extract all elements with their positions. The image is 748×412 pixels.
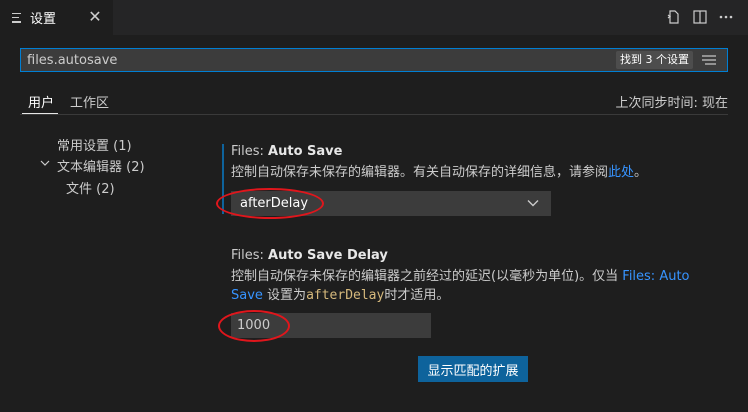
close-icon[interactable]: ✕ bbox=[87, 9, 103, 25]
tab-workspace[interactable]: 工作区 bbox=[70, 92, 109, 111]
auto-save-delay-desc-line1: 控制自动保存未保存的编辑器之前经过的延迟(以毫秒为单位)。仅当 bbox=[231, 269, 623, 284]
auto-save-delay-desc-line2a: 设置为 bbox=[262, 288, 307, 303]
focused-setting-indicator bbox=[222, 144, 224, 214]
auto-save-delay-description: 控制自动保存未保存的编辑器之前经过的延迟(以毫秒为单位)。仅当 Files: A… bbox=[231, 267, 690, 305]
editor-actions bbox=[664, 7, 736, 27]
auto-save-setting-link-1[interactable]: Files: Auto bbox=[622, 269, 689, 284]
show-matching-extensions-button[interactable]: 显示匹配的扩展 bbox=[418, 356, 528, 382]
sync-status: 上次同步时间: 现在 bbox=[615, 96, 728, 111]
toc-item-text-editor[interactable]: 文本编辑器 (2) bbox=[57, 156, 145, 175]
tab-title: 设置 bbox=[30, 12, 57, 27]
auto-save-delay-title: Files: Auto Save Delay bbox=[231, 248, 388, 263]
auto-save-setting-link-2[interactable]: Save bbox=[231, 288, 263, 303]
result-count-badge: 找到 3 个设置 bbox=[616, 51, 693, 69]
settings-tab[interactable]: 设置 ✕ bbox=[0, 0, 113, 35]
filter-icon[interactable] bbox=[699, 50, 719, 70]
settings-tab-icon bbox=[12, 12, 24, 23]
search-input[interactable] bbox=[21, 49, 616, 71]
auto-save-select[interactable]: afterDelay bbox=[231, 191, 551, 216]
auto-save-name: Auto Save bbox=[268, 144, 343, 159]
auto-save-description: 控制自动保存未保存的编辑器。有关自动保存的详细信息，请参阅此处。 bbox=[231, 163, 647, 182]
auto-save-delay-category: Files: bbox=[231, 248, 269, 263]
toc-item-common[interactable]: 常用设置 (1) bbox=[57, 135, 132, 154]
auto-save-description-text: 控制自动保存未保存的编辑器。有关自动保存的详细信息，请参阅 bbox=[231, 165, 609, 180]
split-editor-icon[interactable] bbox=[690, 7, 710, 27]
more-actions-icon[interactable] bbox=[716, 7, 736, 27]
tab-bar: 设置 ✕ bbox=[0, 0, 748, 35]
auto-save-category: Files: bbox=[231, 144, 269, 159]
settings-search: 找到 3 个设置 bbox=[20, 48, 728, 72]
chevron-down-icon[interactable] bbox=[40, 158, 50, 168]
auto-save-delay-name: Auto Save Delay bbox=[268, 248, 388, 263]
tab-user[interactable]: 用户 bbox=[28, 92, 54, 111]
after-delay-code: afterDelay bbox=[306, 288, 385, 303]
auto-save-delay-desc-line2b: 时才适用。 bbox=[384, 288, 450, 303]
auto-save-doc-link[interactable]: 此处 bbox=[608, 165, 634, 180]
open-settings-json-icon[interactable] bbox=[664, 7, 684, 27]
auto-save-title: Files: Auto Save bbox=[231, 144, 342, 159]
auto-save-delay-input[interactable] bbox=[231, 313, 431, 338]
toc-item-files[interactable]: 文件 (2) bbox=[66, 178, 115, 197]
divider bbox=[20, 114, 728, 115]
auto-save-value: afterDelay bbox=[240, 196, 309, 211]
auto-save-description-end: 。 bbox=[634, 165, 648, 180]
chevron-down-icon bbox=[527, 200, 539, 207]
